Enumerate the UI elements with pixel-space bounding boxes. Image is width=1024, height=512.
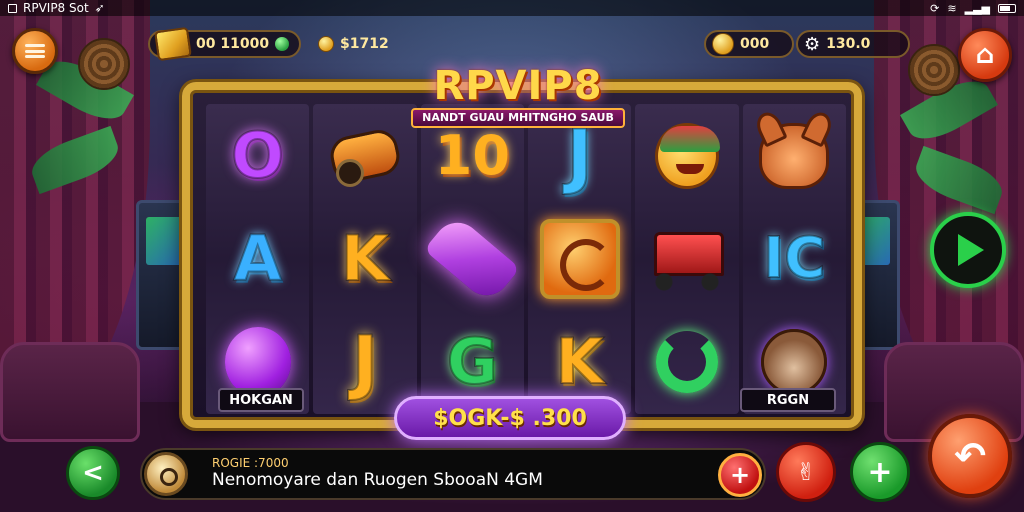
gold-chest-icon (154, 26, 192, 62)
symbol-cannon (322, 113, 408, 199)
symbol-purple-gem (224, 327, 291, 398)
reel-4: J K (528, 104, 632, 414)
coins-display: $1712 (312, 30, 399, 58)
reel-1: O A (206, 104, 310, 414)
symbol-monkey-face (761, 329, 828, 396)
win-amount-display: $OGK-$ .300 (394, 396, 626, 440)
info-label: ROGIE :7000 (212, 456, 289, 470)
symbol-jester-face (654, 122, 720, 189)
logo-title: RPVIP8 (433, 63, 603, 109)
gem-icon (275, 37, 290, 51)
rope-coil (908, 44, 960, 96)
symbol-red-cart (644, 216, 730, 302)
gear-icon[interactable]: ⚙ (804, 34, 820, 55)
reels-grid: O A K J 10 G J K IC (206, 104, 846, 414)
symbol-fox-creature (759, 122, 830, 189)
signal-icon: ▂▃▅ (964, 1, 990, 15)
token-icon (144, 452, 188, 496)
info-message: Nenomoyare dan Ruogen SbooaN 4GM (212, 470, 543, 490)
autoplay-button[interactable] (930, 212, 1006, 288)
symbol-k-gold: K (555, 325, 605, 399)
symbol-ice: IC (762, 225, 826, 291)
reel-2: K J (313, 104, 417, 414)
bet-value: 000 (740, 36, 770, 52)
max-bet-button[interactable]: ✌ (776, 442, 836, 502)
reel-6: IC (742, 104, 846, 414)
symbol-orange-coin (539, 218, 620, 299)
sofa (0, 342, 140, 442)
logo-subtitle: NANDT GUAU MHITNGHO SAUB (411, 108, 625, 128)
plus-coin-icon (712, 33, 734, 55)
increase-bet-button[interactable]: + (850, 442, 910, 502)
home-button[interactable]: ⌂ (958, 28, 1012, 82)
screen-icon (8, 3, 17, 13)
game-logo: RPVIP8 NANDT GUAU MHITNGHO SAUB (408, 64, 628, 134)
symbol-k: K (340, 221, 390, 295)
settings-total-display[interactable]: ⚙ 130.0 (796, 30, 910, 58)
info-bar: ROGIE :7000 Nenomoyare dan Ruogen SbooaN… (140, 448, 766, 500)
win-amount: $OGK-$ .300 (433, 405, 587, 431)
reel-5 (635, 104, 739, 414)
plus-icon: + (729, 461, 751, 489)
coins-value: $1712 (340, 36, 389, 52)
arrow-icon: ➶ (94, 1, 105, 15)
spin-button[interactable]: ↶ (928, 414, 1012, 498)
hand-icon: ✌ (795, 458, 817, 486)
status-bar: RPVIP8 Sot ➶ ⟳ ≋ ▂▃▅ (0, 0, 1024, 16)
reel-tag-right: RGGN (740, 388, 836, 412)
wifi-icon: ≋ (947, 1, 957, 15)
balance-value: 00 11000 (196, 36, 270, 52)
symbol-o: O (230, 118, 285, 192)
symbol-a: A (233, 221, 283, 295)
battery-icon (998, 3, 1016, 13)
symbol-g: G (446, 325, 499, 399)
add-bet-button[interactable]: + (718, 453, 762, 497)
status-app-name: RPVIP8 Sot (23, 1, 89, 15)
symbol-green-swirl (655, 331, 718, 394)
bet-display[interactable]: 000 (704, 30, 794, 58)
coin-icon (318, 36, 334, 52)
spin-arrow-icon: ↶ (954, 434, 986, 478)
home-icon: ⌂ (975, 40, 995, 70)
sync-icon: ⟳ (930, 1, 940, 15)
symbol-crystal (423, 212, 521, 306)
hamburger-icon (25, 44, 45, 58)
balance-display: 00 11000 (148, 26, 302, 62)
plus-icon: + (867, 454, 893, 490)
reel-3: 10 G (420, 104, 524, 414)
back-button[interactable]: < (66, 446, 120, 500)
play-icon (958, 234, 984, 266)
menu-button[interactable] (12, 28, 58, 74)
reel-tag-left: HOKGAN (218, 388, 304, 412)
rope-coil (78, 38, 130, 90)
symbol-j: J (351, 321, 379, 404)
chevron-left-icon: < (82, 458, 104, 488)
total-value: 130.0 (826, 36, 871, 52)
